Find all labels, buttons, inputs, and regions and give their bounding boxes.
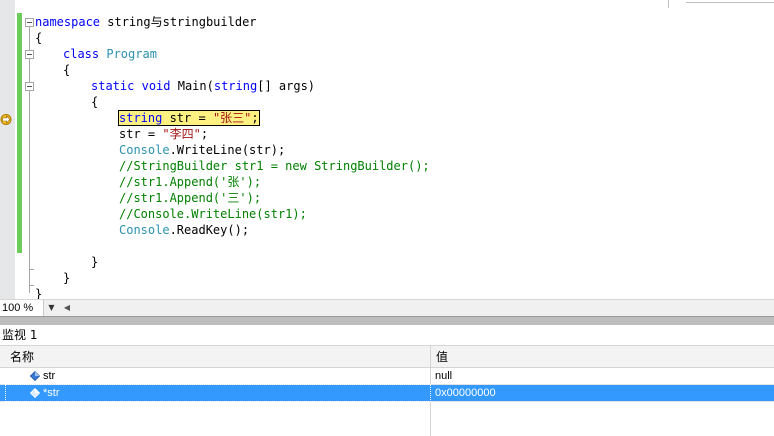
code-line[interactable]: namespace string与stringbuilder [35,14,257,30]
code-line[interactable]: static void Main(string[] args) [91,78,315,94]
code-token: Program [106,47,157,61]
panel-splitter[interactable] [0,316,774,325]
watch-row[interactable]: str null [0,368,774,385]
code-token: string与stringbuilder [100,15,257,29]
code-token: ; [200,127,209,141]
code-token: "张三" [212,111,252,125]
column-header-value[interactable]: 值 [436,346,448,368]
column-header-name[interactable]: 名称 [10,346,34,368]
code-line[interactable]: Console.WriteLine(str); [119,142,285,158]
code-token: .WriteLine(str); [169,143,286,157]
code-text: static void Main(string[] args) [91,79,315,93]
code-token: [] args) [257,79,316,93]
code-text: class Program [63,47,157,61]
variable-diamond-icon [30,371,40,381]
code-line[interactable]: class Program [63,46,157,62]
code-token: } [63,271,71,285]
code-line[interactable]: //Console.WriteLine(str1); [119,206,307,222]
code-line[interactable]: } [35,286,42,299]
code-token: } [91,255,99,269]
code-text: { [91,95,98,109]
current-statement-arrow-icon [0,114,12,125]
code-line[interactable]: } [63,270,70,286]
code-token: { [63,63,71,77]
code-token: //str1.Append('张'); [119,175,262,189]
code-token: void [141,79,171,93]
code-text: { [63,63,70,77]
code-token: .ReadKey(); [169,223,250,237]
watch-item-name[interactable]: *str [43,385,60,401]
code-token: ; [251,111,259,125]
watch-item-value[interactable]: null [435,368,452,384]
collapse-namespace-icon[interactable] [25,18,34,27]
zoom-dropdown-icon[interactable]: ▼ [44,300,59,316]
code-line[interactable]: //str1.Append('张'); [119,174,261,190]
code-editor[interactable]: namespace string与stringbuilder { class Pro… [0,0,774,299]
code-token: //Console.WriteLine(str1); [119,207,307,221]
code-text: //str1.Append('三'); [119,191,261,205]
outline-end-tick [29,269,34,270]
code-text: Console.ReadKey(); [119,223,249,237]
outline-guide [29,27,30,293]
watch-row[interactable]: *str 0x00000000 [0,384,774,402]
outline-end-tick [29,285,34,286]
code-token: { [91,95,99,109]
code-token: static [91,79,135,93]
code-line[interactable]: Console.ReadKey(); [119,222,249,238]
editor-top-edge [668,0,669,8]
breakpoint-margin[interactable] [0,0,15,299]
code-text: //Console.WriteLine(str1); [119,207,307,221]
variable-diamond-icon [30,388,40,398]
watch-item-value[interactable]: 0x00000000 [435,385,496,401]
code-line[interactable]: string str = "张三"; [118,110,260,126]
code-token: class [63,47,100,61]
editor-bottom-bar: 100 % ▼ ◀ [0,299,774,316]
zoom-level[interactable]: 100 % [0,300,44,316]
code-token: } [35,287,43,299]
code-token: Console [119,143,170,157]
code-token: //str1.Append('三'); [119,191,262,205]
code-token: "李四" [162,127,201,141]
current-statement-highlight: string str = "张三"; [118,110,260,126]
watch-grid-header: 名称 值 [0,345,774,368]
outlining-margin [22,0,34,299]
code-line[interactable]: //StringBuilder str1 = new StringBuilder… [119,158,430,174]
code-token: //StringBuilder str1 = new StringBuilder… [119,159,430,173]
code-text: //str1.Append('张'); [119,175,261,189]
code-token: Console [119,223,170,237]
selection-focus-rect [5,384,431,402]
code-text: } [35,287,42,299]
code-text: str = "李四"; [119,127,208,141]
code-line[interactable]: { [35,30,42,46]
code-text: } [63,271,70,285]
watch-item-name[interactable]: str [43,368,55,384]
code-text: { [35,31,42,45]
code-token: Main( [170,79,214,93]
code-text: } [91,255,98,269]
code-token: string [119,111,163,125]
code-token: string [213,79,258,93]
code-line[interactable]: { [91,94,98,110]
code-token: namespace [35,15,101,29]
code-text: namespace string与stringbuilder [35,15,257,29]
code-text: Console.WriteLine(str); [119,143,285,157]
watch-window-title: 监视 1 [0,325,774,345]
code-line[interactable]: { [63,62,70,78]
code-token: { [35,31,43,45]
code-line[interactable]: } [91,254,98,270]
collapse-method-icon[interactable] [25,82,34,91]
code-token: str = [162,111,213,125]
code-line[interactable]: //str1.Append('三'); [119,190,261,206]
scroll-left-icon[interactable]: ◀ [60,300,74,316]
editor-top-rule [686,0,774,3]
code-token: str = [119,127,163,141]
code-text: //StringBuilder str1 = new StringBuilder… [119,159,430,173]
collapse-class-icon[interactable] [25,50,34,59]
code-line[interactable]: str = "李四"; [119,126,208,142]
